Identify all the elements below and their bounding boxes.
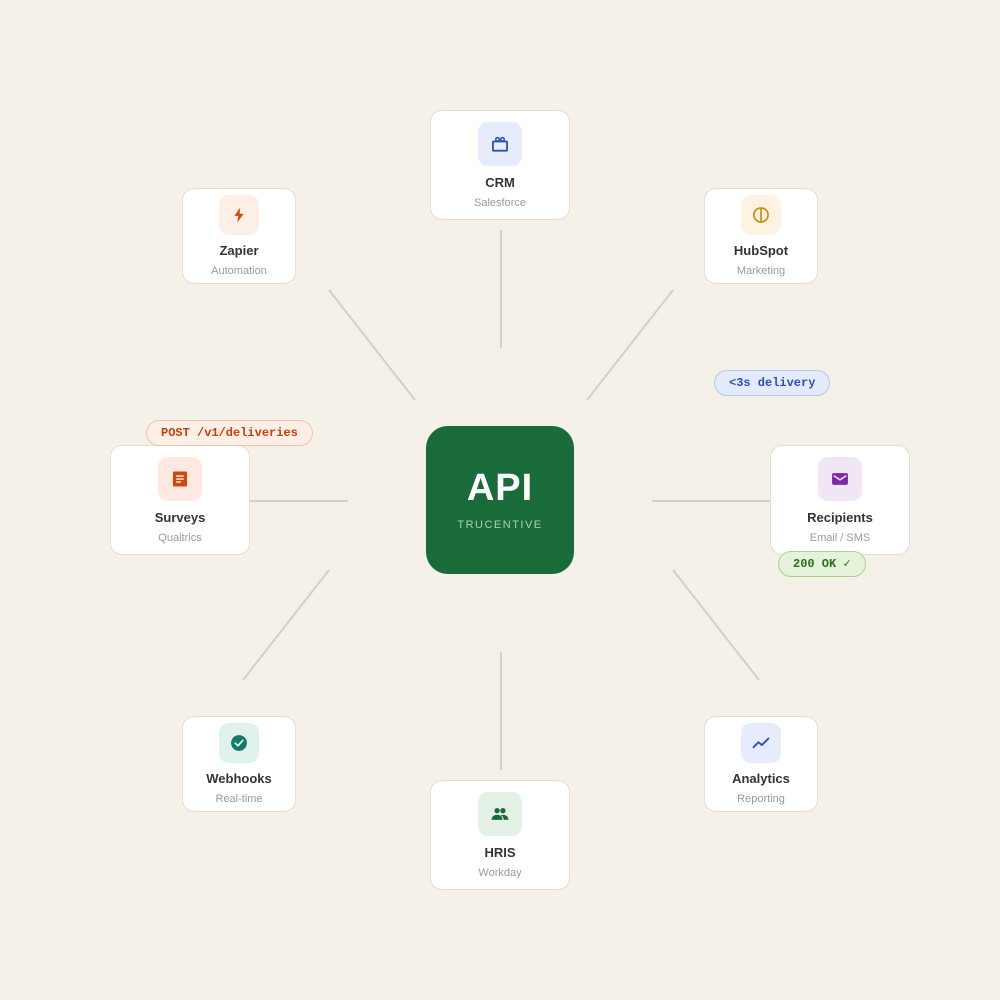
node-title: Webhooks xyxy=(206,771,272,786)
node-card-webhooks[interactable]: Webhooks Real-time xyxy=(182,716,296,812)
badge-status-ok: 200 OK ✓ xyxy=(778,551,866,577)
node-subtitle: Marketing xyxy=(736,265,786,277)
node-icon-box xyxy=(219,195,259,235)
node-title: HubSpot xyxy=(733,243,789,258)
node-icon-box xyxy=(219,723,259,763)
node-title: Surveys xyxy=(154,510,206,525)
document-icon xyxy=(172,471,188,487)
node-card-surveys[interactable]: Surveys Qualtrics xyxy=(110,445,250,555)
node-icon-box xyxy=(741,195,781,235)
api-hub[interactable]: API TRUCENTIVE xyxy=(426,426,574,574)
node-card-zapier[interactable]: Zapier Automation xyxy=(182,188,296,284)
node-card-crm[interactable]: CRM Salesforce xyxy=(430,110,570,220)
people-icon xyxy=(491,808,509,820)
node-icon-box xyxy=(478,122,522,166)
node-icon-box xyxy=(818,457,862,501)
node-title: Zapier xyxy=(219,243,259,258)
connector-analytics xyxy=(672,569,760,681)
node-title: Analytics xyxy=(732,771,790,786)
badge-post-endpoint: POST /v1/deliveries xyxy=(146,420,313,446)
check-circle-icon xyxy=(231,735,247,751)
badge-delivery-time: <3s delivery xyxy=(714,370,831,396)
hub-subtitle: TRUCENTIVE xyxy=(457,519,543,531)
connector-hubspot xyxy=(586,289,674,401)
node-subtitle: Real-time xyxy=(215,793,263,805)
node-card-analytics[interactable]: Analytics Reporting xyxy=(704,716,818,812)
node-subtitle: Qualtrics xyxy=(158,532,202,544)
node-subtitle: Automation xyxy=(211,265,267,277)
trending-chart-icon xyxy=(752,737,770,749)
connector-zapier xyxy=(328,289,416,401)
connector-webhooks xyxy=(242,569,330,681)
node-icon-box xyxy=(741,723,781,763)
hub-title: API xyxy=(466,467,534,509)
node-subtitle: Email / SMS xyxy=(809,532,871,544)
node-subtitle: Reporting xyxy=(737,793,785,805)
node-card-recipients[interactable]: Recipients Email / SMS xyxy=(770,445,910,555)
node-card-hubspot[interactable]: HubSpot Marketing xyxy=(704,188,818,284)
toolbox-icon xyxy=(492,136,508,152)
node-subtitle: Workday xyxy=(478,867,522,879)
node-icon-box xyxy=(478,792,522,836)
node-title: CRM xyxy=(485,175,515,190)
node-card-hris[interactable]: HRIS Workday xyxy=(430,780,570,890)
node-title: Recipients xyxy=(807,510,873,525)
circle-split-icon xyxy=(753,207,769,223)
node-subtitle: Salesforce xyxy=(474,197,526,209)
mail-icon xyxy=(832,473,848,485)
node-title: HRIS xyxy=(484,845,516,860)
bolt-icon xyxy=(234,207,244,223)
node-icon-box xyxy=(158,457,202,501)
